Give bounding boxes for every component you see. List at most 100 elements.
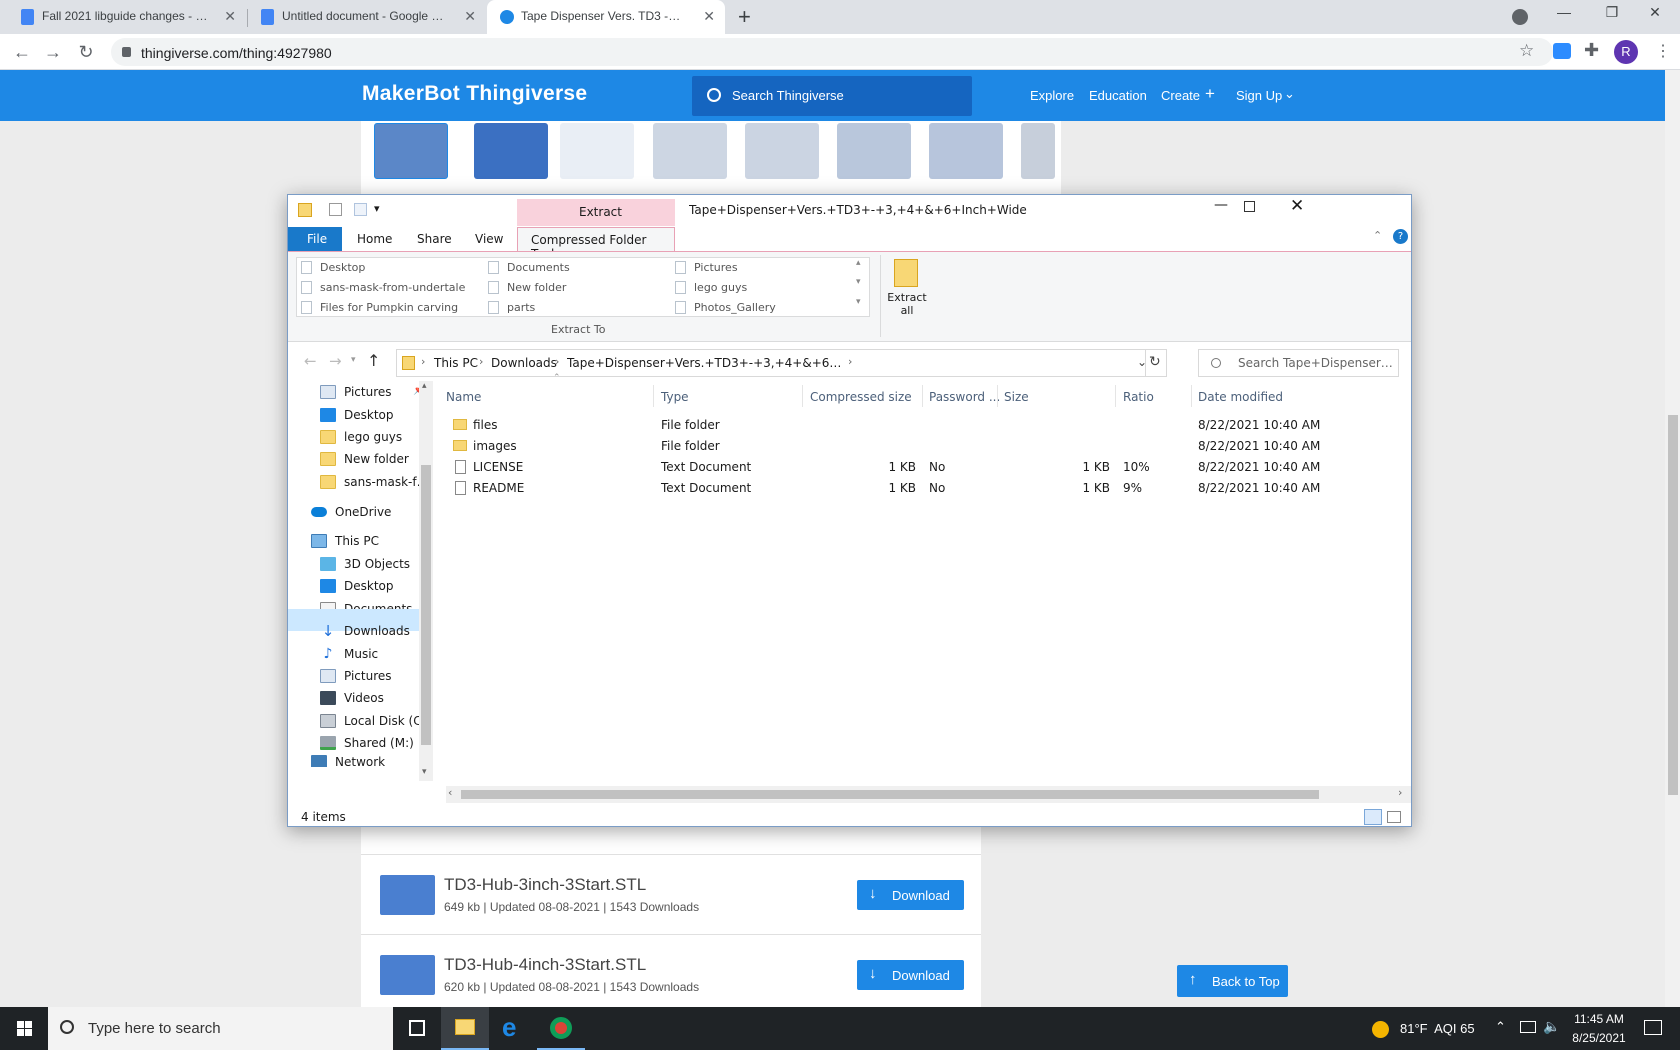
thumbnail[interactable]	[1021, 123, 1055, 179]
thumbnail[interactable]	[474, 123, 548, 179]
nav-item-new-folder[interactable]: New folder	[320, 448, 409, 470]
column-header-type[interactable]: Type	[661, 390, 689, 404]
download-button[interactable]: ↓ Download	[857, 880, 964, 910]
column-divider[interactable]	[653, 385, 654, 407]
extract-to-parts[interactable]: parts	[488, 301, 535, 314]
nav-item-3d-objects[interactable]: 3D Objects	[320, 553, 410, 575]
file-row[interactable]: README Text Document 1 KB No 1 KB 9% 8/2…	[446, 478, 1406, 499]
gallery-scroll-up-icon[interactable]: ▴	[856, 258, 861, 268]
reload-icon[interactable]: ↻	[75, 41, 97, 63]
breadcrumb-current[interactable]: Tape+Dispenser+Vers.+TD3+-+3,+4+&+6+Inch…	[567, 356, 843, 370]
nav-item-desktop[interactable]: Desktop	[320, 575, 394, 597]
new-folder-icon[interactable]	[354, 203, 367, 216]
collapse-ribbon-icon[interactable]: ⌃	[1373, 229, 1382, 242]
breadcrumb-downloads[interactable]: Downloads	[491, 356, 557, 370]
extract-to-documents[interactable]: Documents	[488, 261, 570, 274]
nav-item-pictures[interactable]: Pictures	[320, 665, 392, 687]
minimize-icon[interactable]: —	[1214, 197, 1228, 213]
nav-create[interactable]: Create	[1161, 88, 1200, 103]
chevron-down-icon[interactable]: ⌄	[1284, 86, 1295, 102]
download-button[interactable]: ↓ Download	[857, 960, 964, 990]
new-tab-icon[interactable]: +	[738, 4, 751, 30]
tab-compressed-folder-tools[interactable]: Compressed Folder Tools	[517, 227, 675, 261]
browser-tab-untitled[interactable]: Untitled document - Google Doc ✕	[248, 0, 486, 34]
back-arrow-icon[interactable]: ←	[11, 41, 33, 63]
tab-share[interactable]: Share	[417, 227, 457, 251]
close-window-icon[interactable]: ✕	[1640, 4, 1670, 28]
action-center-icon[interactable]	[1644, 1020, 1662, 1035]
site-search-input[interactable]: Search Thingiverse	[692, 76, 972, 116]
address-bar[interactable]: › This PC › Downloads › Tape+Dispenser+V…	[396, 349, 1167, 377]
start-button[interactable]	[0, 1007, 48, 1050]
nav-item-downloads[interactable]: ↓ Downloads	[320, 620, 410, 642]
help-icon[interactable]: ?	[1393, 229, 1408, 244]
column-divider[interactable]	[1191, 385, 1192, 407]
column-divider[interactable]	[802, 385, 803, 407]
thumbnail[interactable]	[745, 123, 819, 179]
tab-home[interactable]: Home	[357, 227, 397, 251]
extract-to-sans-mask[interactable]: sans-mask-from-undertale	[301, 281, 465, 294]
network-status-icon[interactable]	[1520, 1021, 1536, 1033]
nav-item-music[interactable]: ♪ Music	[320, 643, 379, 665]
folder-search-input[interactable]: Search Tape+Dispenser+Vers...	[1198, 349, 1399, 377]
tab-search-icon[interactable]	[1512, 9, 1528, 25]
minimize-icon[interactable]: —	[1549, 4, 1579, 28]
nav-item-local-disk[interactable]: Local Disk (C:)	[320, 710, 430, 732]
nav-education[interactable]: Education	[1089, 88, 1147, 103]
thumbnail[interactable]	[653, 123, 727, 179]
column-header-ratio[interactable]: Ratio	[1123, 390, 1154, 404]
extract-to-desktop[interactable]: Desktop	[301, 261, 365, 274]
restore-icon[interactable]: ❐	[1597, 4, 1627, 28]
thumbnail[interactable]	[560, 123, 634, 179]
horizontal-scrollbar[interactable]: ‹ ›	[446, 786, 1411, 803]
taskbar-search-box[interactable]: Type here to search	[48, 1007, 393, 1050]
nav-item-lego-guys[interactable]: lego guys	[320, 426, 402, 448]
column-header-name[interactable]: Name	[446, 390, 481, 404]
browser-tab-thingiverse[interactable]: Tape Dispenser Vers. TD3 - 3, 4 & ✕	[487, 0, 725, 34]
nav-item-this-pc[interactable]: This PC	[311, 530, 379, 552]
scrollbar-thumb[interactable]	[1668, 415, 1678, 795]
nav-item-network[interactable]: Network	[311, 755, 385, 767]
column-divider[interactable]	[997, 385, 998, 407]
recent-locations-icon[interactable]: ▾	[351, 355, 356, 365]
extract-to-new-folder[interactable]: New folder	[488, 281, 566, 294]
tab-view[interactable]: View	[475, 227, 515, 251]
page-scrollbar[interactable]	[1665, 70, 1680, 1007]
column-header-password[interactable]: Password ...	[929, 390, 1000, 404]
nav-item-onedrive[interactable]: OneDrive	[311, 501, 391, 523]
properties-icon[interactable]	[329, 203, 342, 216]
nav-item-sans-mask[interactable]: sans-mask-from	[320, 471, 432, 493]
gallery-expand-icon[interactable]: ▾	[856, 297, 861, 307]
scroll-left-icon[interactable]: ‹	[448, 786, 452, 799]
nav-item-shared-drive[interactable]: Shared (M:)	[320, 732, 414, 754]
weather-sun-icon[interactable]	[1372, 1021, 1389, 1038]
zoom-extension-icon[interactable]	[1553, 43, 1571, 59]
customize-toolbar-icon[interactable]: ▾	[374, 202, 380, 215]
refresh-icon[interactable]: ↻	[1149, 354, 1161, 370]
chrome-menu-icon[interactable]: ⋮	[1655, 41, 1671, 61]
file-name[interactable]: TD3-Hub-4inch-3Start.STL	[444, 955, 646, 975]
extensions-puzzle-icon[interactable]: ✚	[1584, 40, 1599, 61]
extract-to-lego-guys[interactable]: lego guys	[675, 281, 747, 294]
nav-item-desktop-quick[interactable]: Desktop	[320, 404, 394, 426]
scroll-down-icon[interactable]: ▾	[422, 767, 427, 777]
nav-item-videos[interactable]: Videos	[320, 687, 384, 709]
details-view-icon[interactable]	[1364, 809, 1382, 825]
column-divider[interactable]	[922, 385, 923, 407]
extract-to-photos-gallery[interactable]: Photos_Gallery	[675, 301, 776, 314]
up-arrow-icon[interactable]: ↑	[367, 351, 380, 370]
scroll-right-icon[interactable]: ›	[1398, 786, 1402, 799]
file-row[interactable]: LICENSE Text Document 1 KB No 1 KB 10% 8…	[446, 457, 1406, 478]
nav-explore[interactable]: Explore	[1030, 88, 1074, 103]
nav-sign-up[interactable]: Sign Up	[1236, 88, 1282, 103]
profile-avatar[interactable]: R	[1614, 40, 1638, 64]
column-divider[interactable]	[1115, 385, 1116, 407]
address-bar[interactable]: thingiverse.com/thing:4927980 ☆	[111, 38, 1553, 66]
nav-scrollbar[interactable]: ▴ ▾	[419, 381, 433, 781]
clock-time[interactable]: 11:45 AM	[1564, 1012, 1634, 1026]
bookmark-star-icon[interactable]: ☆	[1519, 41, 1534, 61]
close-window-icon[interactable]: ✕	[1290, 196, 1304, 216]
file-row[interactable]: files File folder 8/22/2021 10:40 AM	[446, 415, 1406, 436]
close-tab-icon[interactable]: ✕	[703, 8, 715, 25]
large-icons-view-icon[interactable]	[1387, 811, 1401, 823]
